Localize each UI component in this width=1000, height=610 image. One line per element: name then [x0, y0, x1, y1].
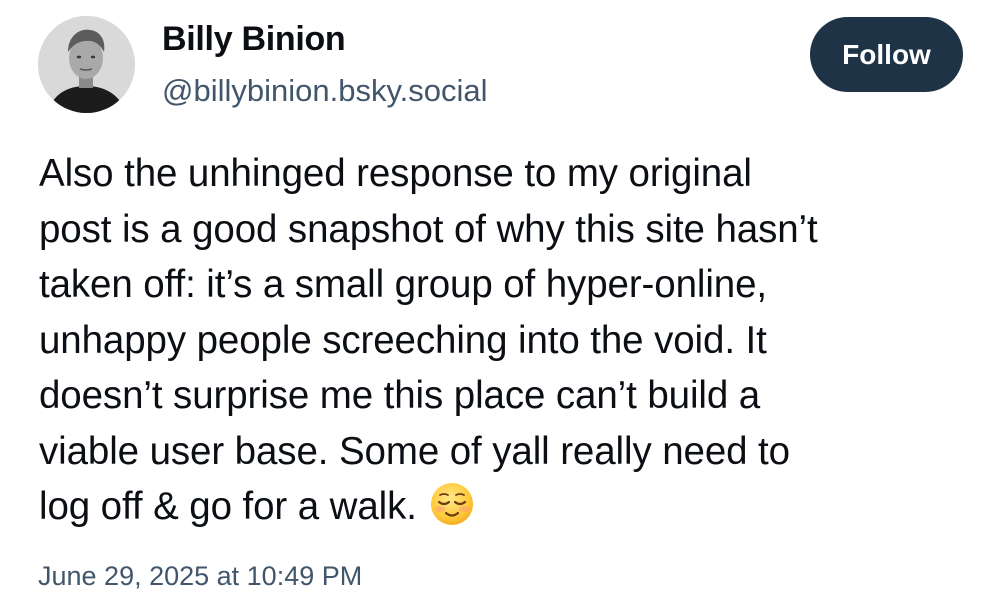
post-text-line-content: log off & go for a walk. [39, 485, 417, 528]
post-timestamp[interactable]: June 29, 2025 at 10:49 PM [38, 561, 362, 592]
author-name[interactable]: Billy Binion [162, 20, 346, 59]
post-text-line: post is a good snapshot of why this site… [39, 207, 818, 251]
follow-button[interactable]: Follow [810, 17, 963, 92]
post-text-line: unhappy people screeching into the void.… [39, 318, 767, 362]
post-text-line: viable user base. Some of yall really ne… [39, 429, 790, 473]
post-text-line: doesn’t surprise me this place can’t bui… [39, 374, 761, 417]
avatar[interactable] [38, 16, 135, 113]
author-handle[interactable]: @billybinion.bsky.social [162, 73, 488, 109]
post-text-line-last: log off & go for a walk. [39, 479, 984, 535]
post-card: Billy Binion @billybinion.bsky.social Fo… [0, 0, 1000, 610]
relieved-face-emoji-icon [429, 481, 475, 527]
post-text-line: taken off: it’s a small group of hyper-o… [39, 263, 768, 306]
avatar-photo-icon [38, 16, 135, 113]
post-text: Also the unhinged response to my origina… [39, 146, 984, 535]
post-text-line: Also the unhinged response to my origina… [39, 152, 752, 195]
